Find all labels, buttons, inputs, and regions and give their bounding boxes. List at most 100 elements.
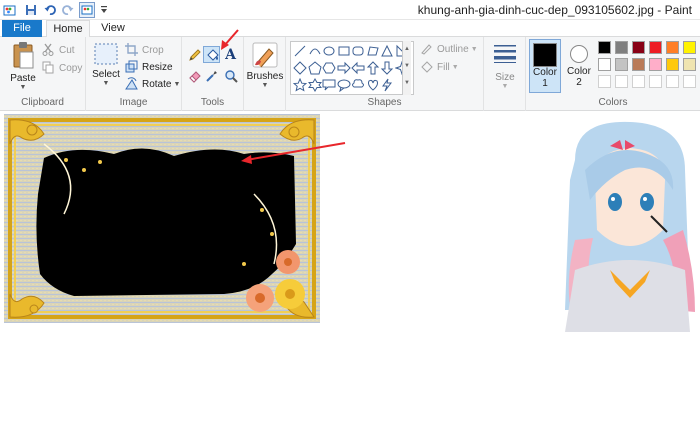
brushes-label: Brushes [246,71,284,82]
redo-icon[interactable] [61,3,75,17]
palette-swatch[interactable] [649,41,662,54]
outline-button[interactable]: Outline ▼ [420,42,478,56]
crop-button[interactable]: Crop [125,43,164,57]
palette-swatch[interactable] [632,41,645,54]
brushes-button[interactable]: Brushes ▼ [247,41,283,89]
scissors-icon [42,43,56,57]
customize-dropdown-icon[interactable] [97,3,111,17]
scroll-more-icon[interactable]: ▼ [403,75,411,92]
palette-swatch[interactable] [598,58,611,71]
paste-dropdown-icon[interactable]: ▼ [20,84,27,91]
resize-button[interactable]: Resize [125,60,173,74]
shape-polygon-icon[interactable] [366,44,380,58]
color2-swatch [570,45,588,63]
scroll-up-icon[interactable]: ▲ [403,41,411,58]
ribbon-tabs: File Home View [0,20,700,38]
tab-home[interactable]: Home [46,20,90,38]
size-group: Size ▼ [484,37,526,111]
pencil-icon [188,48,201,61]
cut-button[interactable]: Cut [42,43,75,57]
color1-label: Color [533,67,557,78]
palette-swatch[interactable] [632,58,645,71]
paint-app-icon [2,3,16,17]
select-dropdown-icon[interactable]: ▼ [103,80,110,87]
shape-lightning-icon[interactable] [380,78,394,92]
shape-star5-icon[interactable] [293,78,307,92]
eraser-tool[interactable] [186,67,203,84]
save-icon[interactable] [24,3,38,17]
palette-custom-swatch[interactable] [666,75,679,88]
tab-file[interactable]: File [2,20,42,37]
color-picker-tool[interactable] [203,67,220,84]
paint-app-small-icon[interactable] [79,2,95,18]
clipboard-group: Paste ▼ Cut Copy Clipboard [0,37,86,111]
palette-custom-swatch[interactable] [632,75,645,88]
clipboard-group-label: Clipboard [21,97,64,108]
shape-heart-icon[interactable] [366,78,380,92]
drawing-canvas[interactable] [0,112,700,430]
resize-label: Resize [142,61,173,73]
shape-diamond-icon[interactable] [293,61,307,75]
copy-button[interactable]: Copy [42,61,82,75]
copy-icon [42,61,56,75]
palette-swatch[interactable] [666,41,679,54]
shape-star6-icon[interactable] [307,78,322,92]
outline-icon [420,42,434,56]
outline-dropdown-icon[interactable]: ▼ [471,46,478,53]
size-button[interactable]: Size ▼ [488,43,522,90]
palette-custom-swatch[interactable] [598,75,611,88]
shape-hexagon-icon[interactable] [322,61,336,75]
palette-swatch[interactable] [615,58,628,71]
line-width-icon [494,45,516,63]
rotate-dropdown-icon[interactable]: ▼ [173,81,180,88]
palette-swatch[interactable] [598,41,611,54]
fill-button[interactable]: Fill ▼ [420,60,459,74]
tab-view[interactable]: View [96,20,130,38]
fill-dropdown-icon[interactable]: ▼ [452,64,459,71]
brushes-group: Brushes ▼ [244,37,286,111]
crop-label: Crop [142,44,164,56]
palette-swatch[interactable] [649,58,662,71]
palette-swatch[interactable] [666,58,679,71]
size-dropdown-icon[interactable]: ▼ [502,83,509,90]
shape-arrow-down-icon[interactable] [380,61,394,75]
pencil-tool[interactable] [186,46,203,63]
shape-triangle-icon[interactable] [380,44,394,58]
shapes-gallery[interactable] [290,41,414,95]
palette-swatch[interactable] [683,41,696,54]
palette-custom-swatch[interactable] [615,75,628,88]
shape-curve-icon[interactable] [308,44,322,58]
color2-number: 2 [576,77,582,88]
shape-callout-rect-icon[interactable] [322,78,336,92]
magnifier-tool[interactable] [222,67,239,84]
shape-line-icon[interactable] [293,44,307,58]
shape-oval-icon[interactable] [322,44,336,58]
cut-label: Cut [59,44,75,56]
paste-button[interactable]: Paste ▼ [6,41,40,91]
text-icon: A [225,46,236,63]
fill-tool[interactable] [203,46,220,63]
shape-arrow-up-icon[interactable] [366,61,380,75]
shape-callout-oval-icon[interactable] [337,78,351,92]
shape-rect-icon[interactable] [337,44,351,58]
palette-swatch[interactable] [683,58,696,71]
undo-icon[interactable] [43,3,57,17]
outline-label: Outline [437,43,469,55]
shape-callout-cloud-icon[interactable] [351,78,365,92]
scroll-down-icon[interactable]: ▼ [403,58,411,75]
brushes-dropdown-icon[interactable]: ▼ [262,82,269,89]
palette-custom-swatch[interactable] [683,75,696,88]
shape-roundrect-icon[interactable] [351,44,365,58]
palette-custom-swatch[interactable] [649,75,662,88]
color1-button[interactable]: Color 1 [529,39,561,93]
select-button[interactable]: Select ▼ [90,41,122,87]
shape-arrow-right-icon[interactable] [337,61,351,75]
color2-button[interactable]: Color 2 [564,39,594,93]
text-tool[interactable]: A [222,46,239,63]
shapes-gallery-scrollbar[interactable]: ▲ ▼ ▼ [402,41,411,95]
paintbrush-icon [252,42,278,68]
shape-pentagon-icon[interactable] [307,61,322,75]
palette-swatch[interactable] [615,41,628,54]
shape-arrow-left-icon[interactable] [351,61,365,75]
rotate-button[interactable]: Rotate ▼ [125,77,180,91]
